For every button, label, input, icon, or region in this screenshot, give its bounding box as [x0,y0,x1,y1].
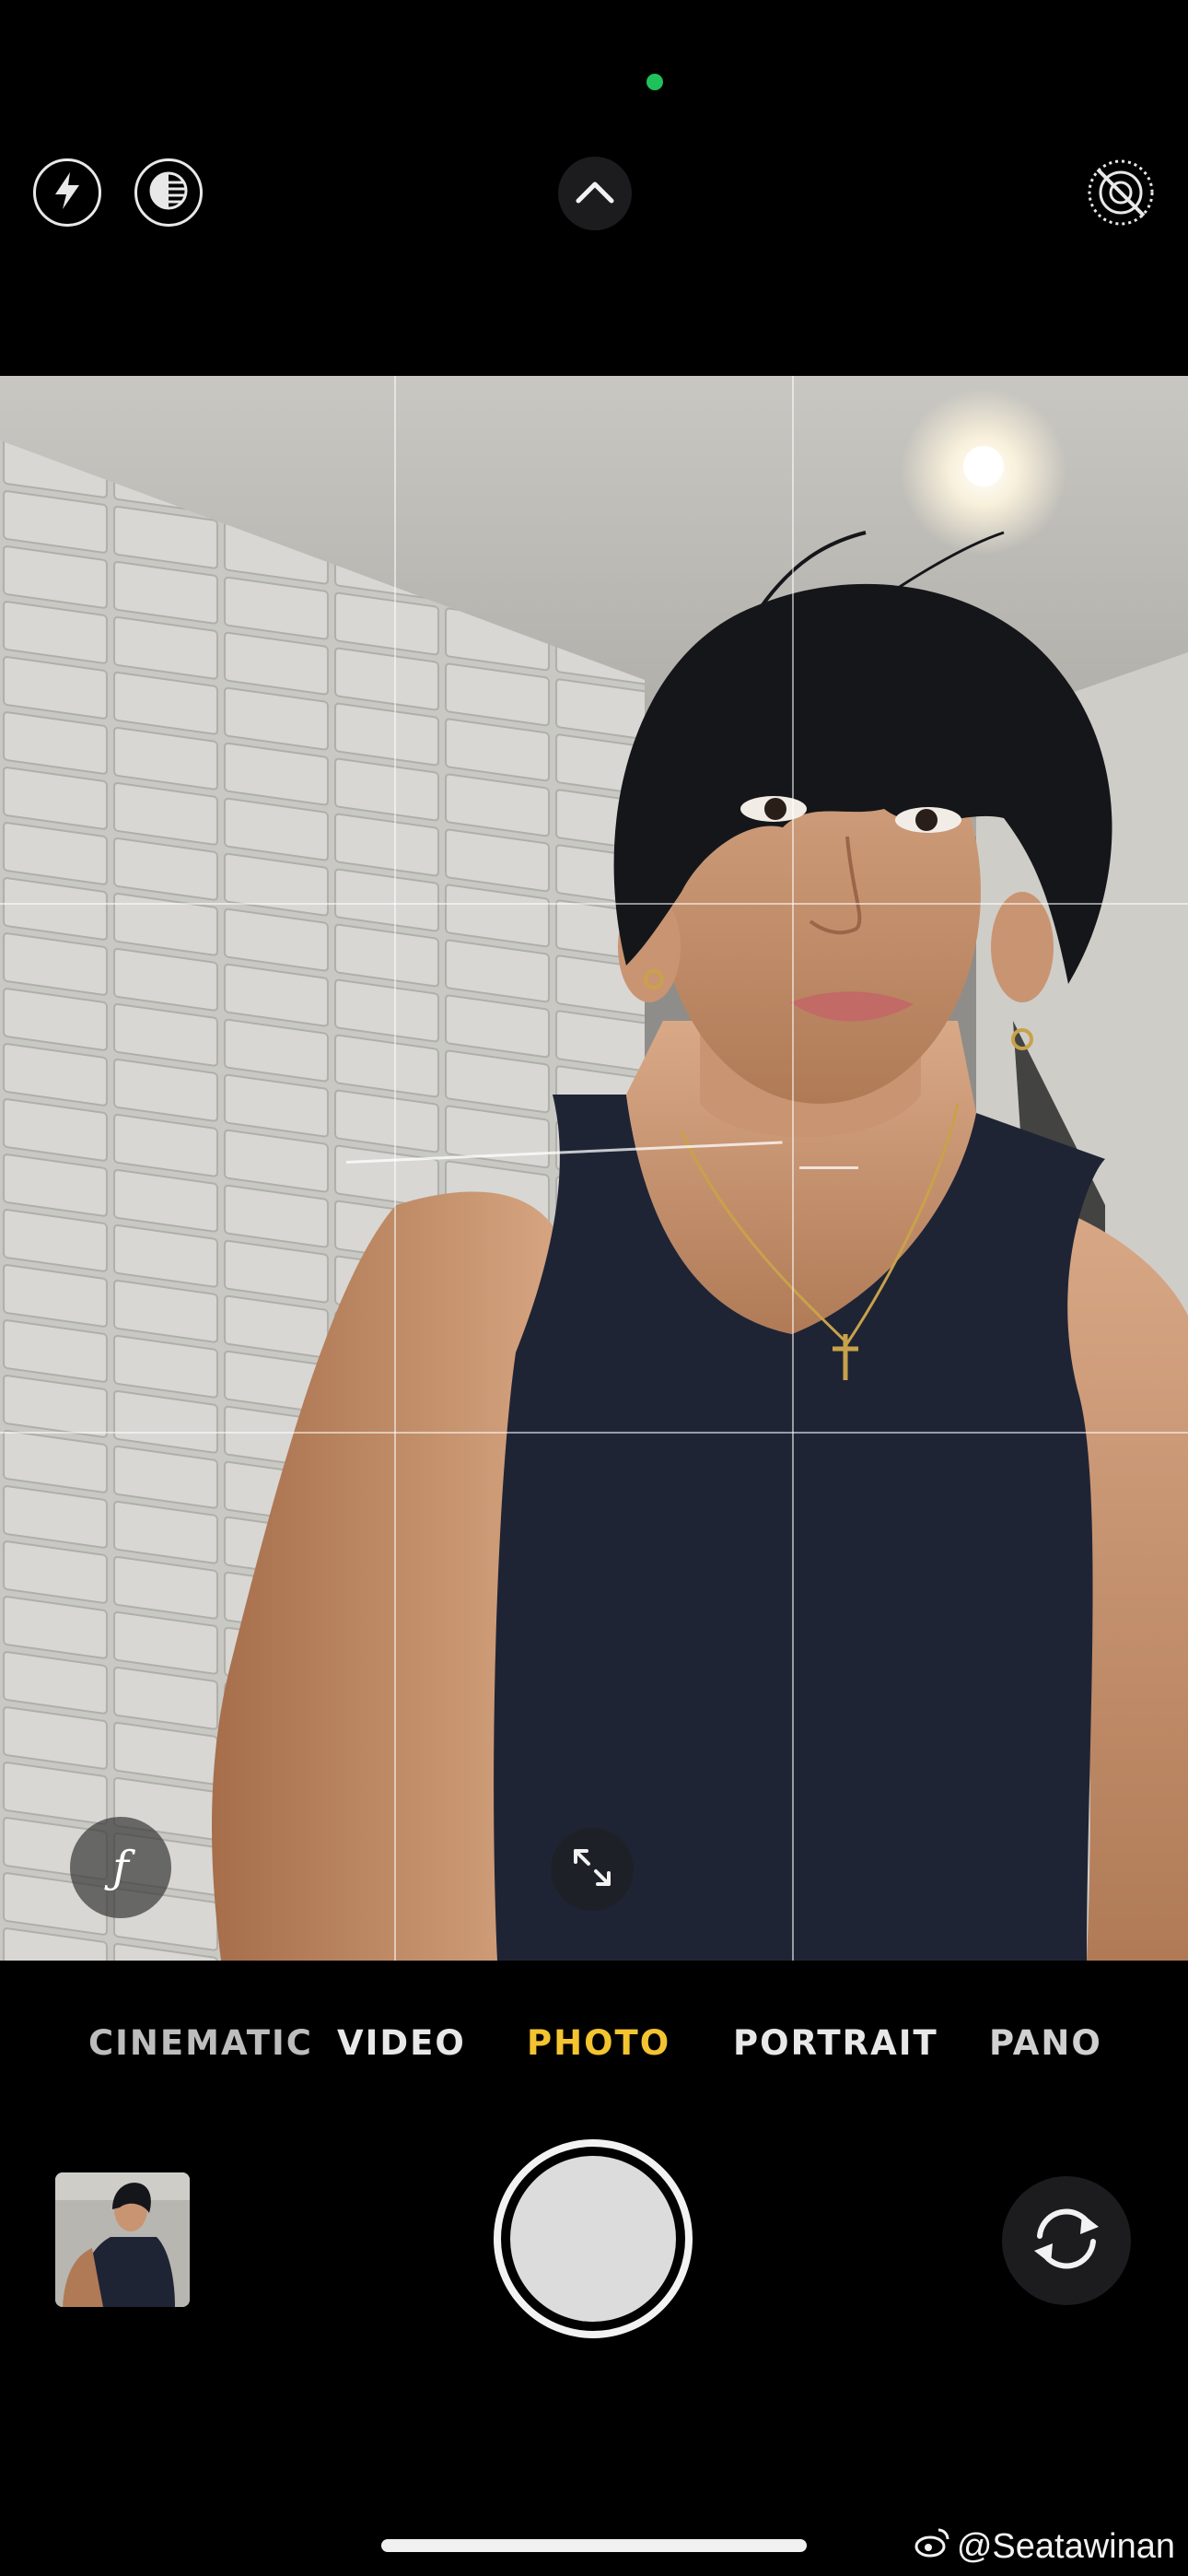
flip-camera-button[interactable] [1002,2176,1131,2305]
aperture-label: ƒ [112,1842,129,1893]
live-photo-off-button[interactable] [1085,158,1157,230]
chevron-up-icon [575,179,615,209]
mode-portrait[interactable]: PORTRAIT [733,2023,938,2063]
live-photo-off-icon [1085,157,1157,233]
flip-camera-icon [1027,2199,1106,2283]
grid-line [792,376,794,1961]
mode-pano[interactable]: PANO [989,2023,1102,2063]
night-mode-button[interactable] [134,158,203,227]
live-photo-icon [146,169,191,217]
home-indicator[interactable] [381,2539,807,2552]
level-indicator-ref [799,1166,858,1169]
watermark: @Seatawinan [914,2526,1175,2567]
expand-arrows-icon [568,1844,616,1896]
grid-line [0,903,1188,905]
aperture-button[interactable]: ƒ [70,1817,171,1918]
grid-line [0,1432,1188,1434]
viewfinder-scene [0,376,1188,1961]
mode-video[interactable]: VIDEO [337,2023,466,2063]
flash-button[interactable] [33,158,101,227]
last-photo-thumbnail[interactable] [55,2172,190,2307]
camera-viewfinder[interactable] [0,376,1188,1961]
expand-view-button[interactable] [551,1828,634,1911]
grid-line [394,376,396,1961]
thumbnail-image [55,2172,190,2307]
weibo-logo-icon [914,2526,951,2567]
mode-photo[interactable]: PHOTO [527,2023,670,2063]
flash-bolt-icon [52,170,83,216]
mode-cinematic[interactable]: CINEMATIC [88,2023,313,2063]
watermark-text: @Seatawinan [956,2526,1175,2566]
shutter-button[interactable] [494,2139,693,2338]
camera-options-toggle[interactable] [558,157,632,230]
privacy-indicator-dot [646,74,663,90]
mode-selector[interactable]: CINEMATIC VIDEO PHOTO PORTRAIT PANO [0,2023,1188,2078]
shutter-inner [510,2156,676,2322]
